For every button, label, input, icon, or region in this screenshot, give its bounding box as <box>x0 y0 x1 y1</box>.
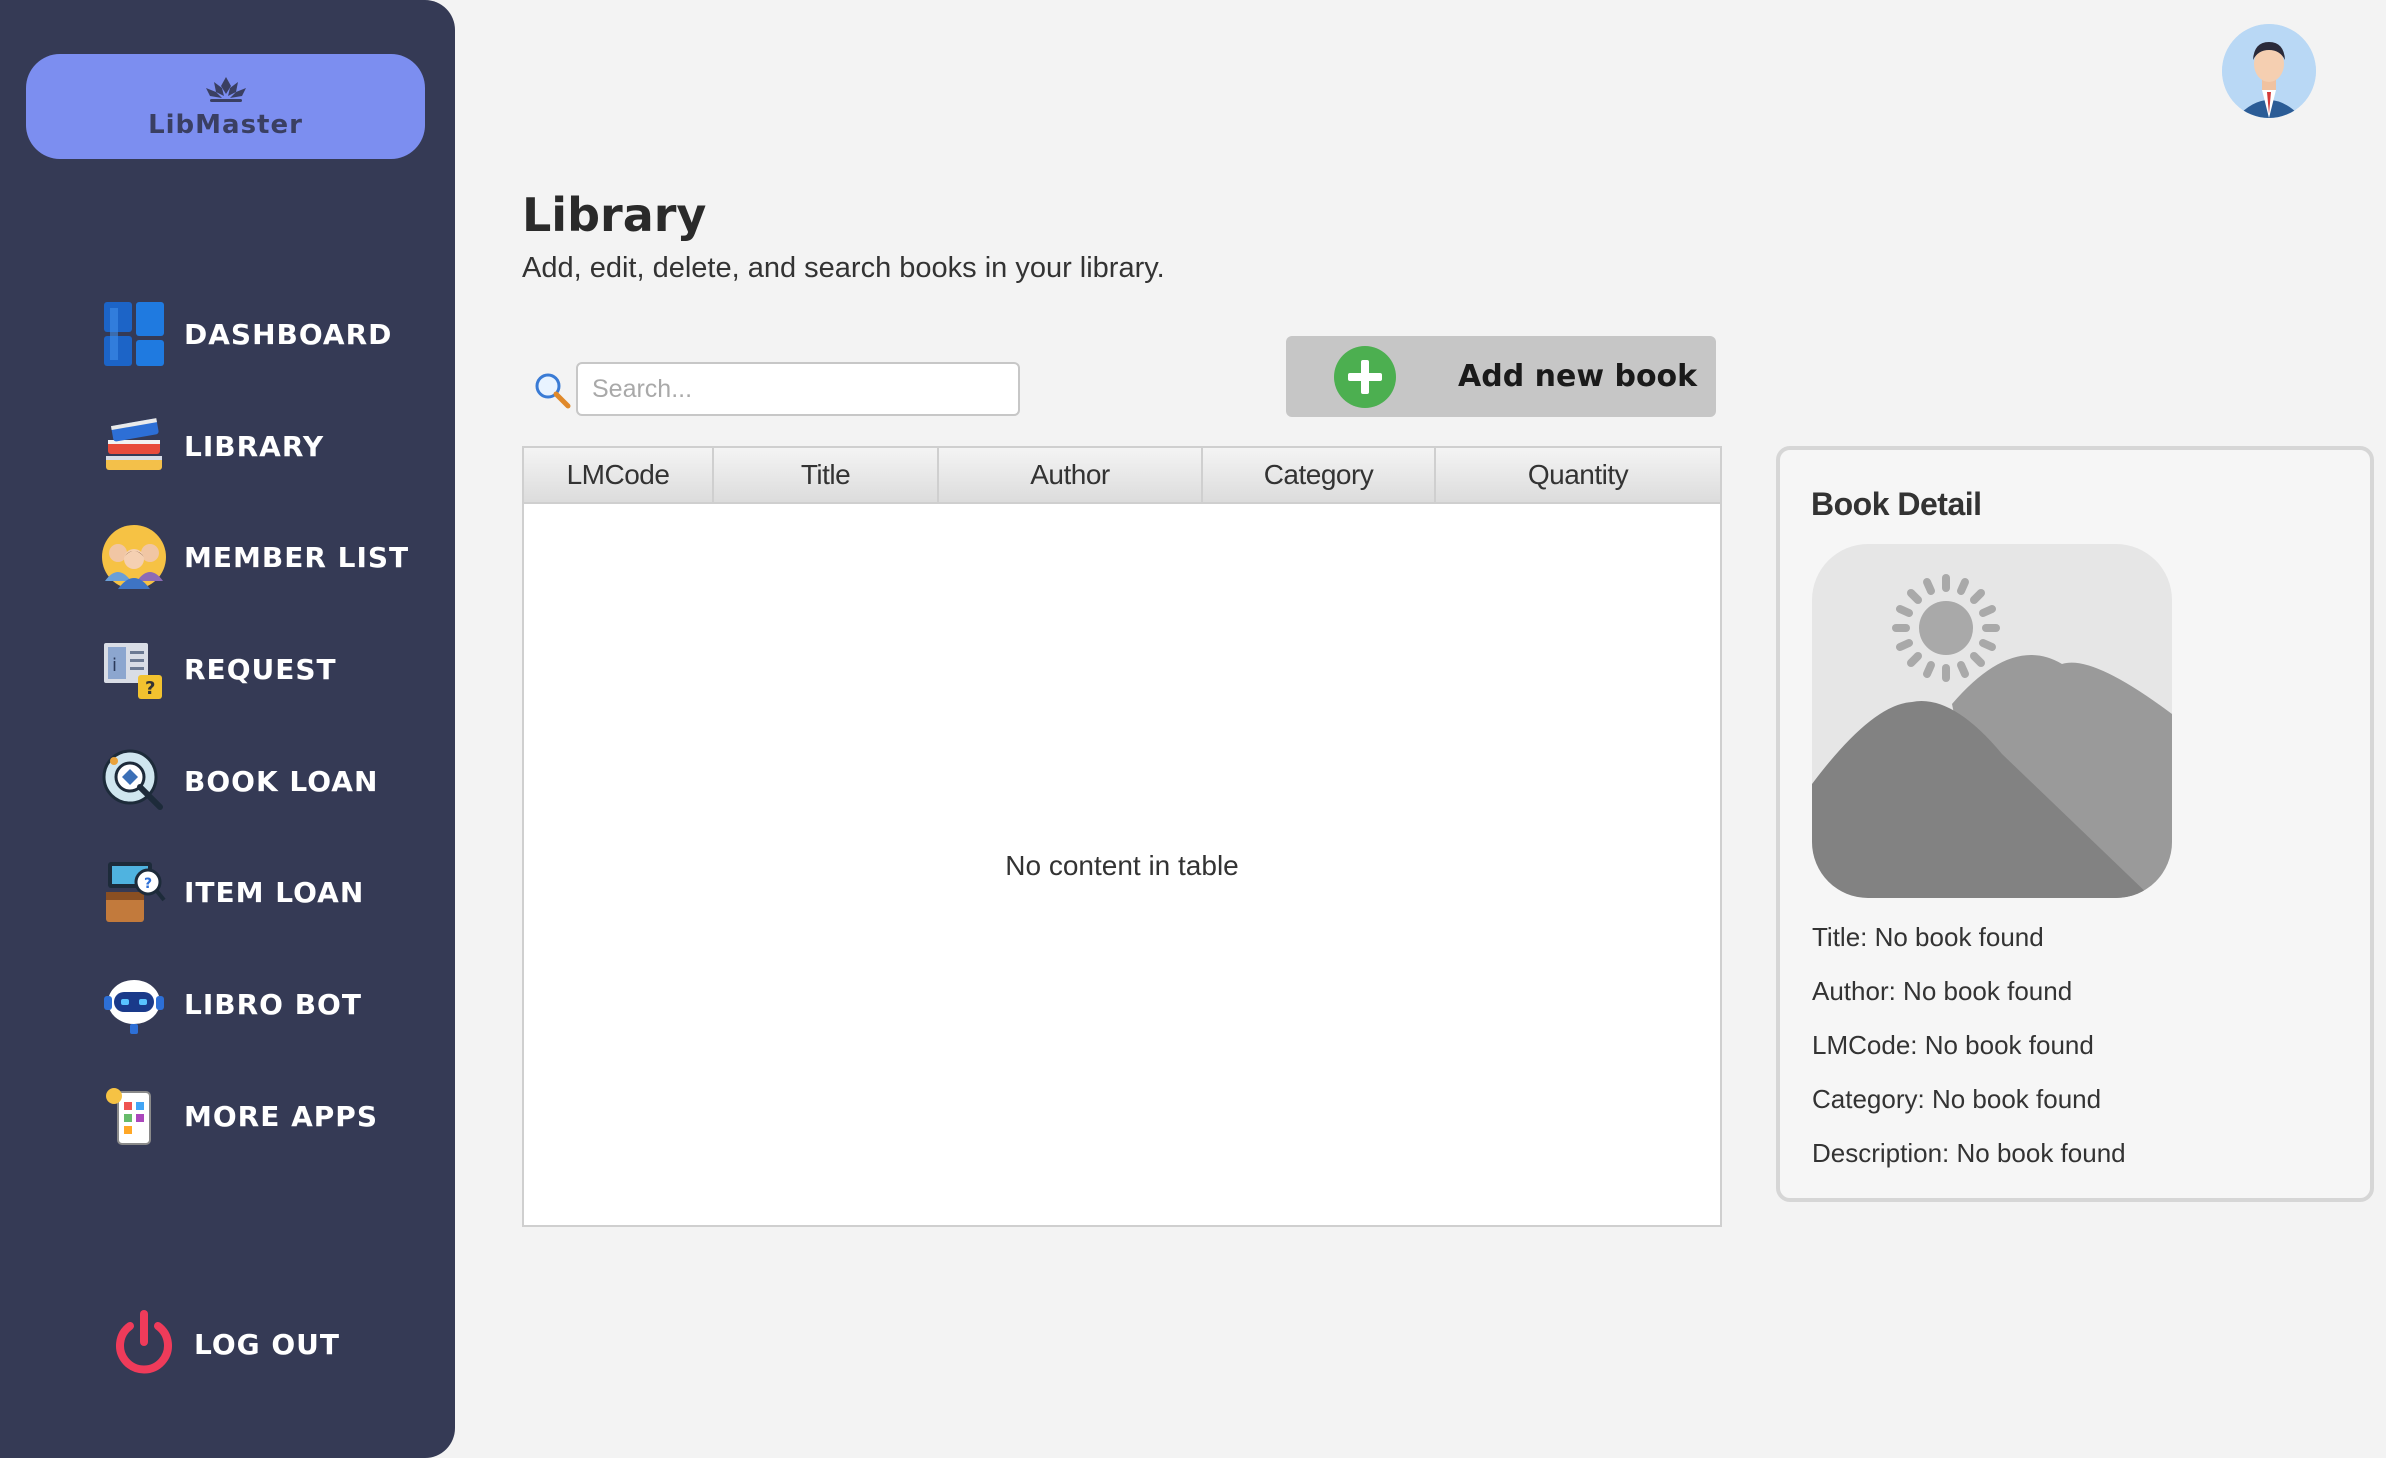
sidebar-item-libro-bot[interactable]: LIBRO BOT <box>100 969 420 1039</box>
sidebar-item-label: DASHBOARD <box>184 317 393 351</box>
logout-label: LOG OUT <box>194 1327 341 1361</box>
search-input[interactable] <box>576 362 1020 416</box>
sidebar-item-more-apps[interactable]: MORE APPS <box>100 1081 420 1151</box>
user-avatar-icon <box>2222 24 2316 118</box>
sidebar-item-dashboard[interactable]: DASHBOARD <box>100 299 420 369</box>
sidebar-item-library[interactable]: LIBRARY <box>100 411 420 481</box>
books-icon <box>106 418 162 470</box>
image-placeholder-icon <box>1812 544 2172 898</box>
table-empty-message: No content in table <box>1005 850 1239 881</box>
user-avatar[interactable] <box>2222 24 2316 118</box>
page-title: Library <box>522 188 707 242</box>
detail-description-line: Description: No book found <box>1812 1138 2126 1168</box>
column-header-author[interactable]: Author <box>939 448 1203 502</box>
item-loan-icon: ? <box>106 862 166 922</box>
sidebar-item-request[interactable]: i ? REQUEST <box>100 634 420 704</box>
robot-icon <box>104 980 164 1034</box>
detail-lmcode-line: LMCode: No book found <box>1812 1030 2094 1060</box>
detail-author-line: Author: No book found <box>1812 976 2073 1006</box>
dashboard-icon <box>104 302 164 366</box>
plus-circle-icon <box>1334 345 1396 408</box>
sidebar-item-label: LIBRARY <box>184 429 325 463</box>
column-header-title[interactable]: Title <box>714 448 939 502</box>
sidebar: LibMaster DASHBOARD LIBRARY MEMBER LIST … <box>0 0 455 1458</box>
book-detail-card: Book Detail Title: No book found Author:… <box>1776 446 2374 1202</box>
add-book-label: Add new book <box>1458 359 1698 394</box>
brand-badge[interactable]: LibMaster <box>26 54 425 159</box>
book-loan-icon <box>102 749 163 810</box>
brand-name: LibMaster <box>148 109 303 140</box>
lotus-logo-icon <box>205 76 246 102</box>
apps-icon <box>106 1088 151 1145</box>
page-subtitle: Add, edit, delete, and search books in y… <box>522 252 1165 284</box>
sidebar-item-item-loan[interactable]: ? ITEM LOAN <box>100 857 420 927</box>
sidebar-item-label: REQUEST <box>184 652 337 686</box>
detail-category-line: Category: No book found <box>1812 1084 2102 1114</box>
detail-title-line: Title: No book found <box>1812 922 2044 952</box>
book-detail-title: Book Detail <box>1811 486 1982 522</box>
sidebar-item-member-list[interactable]: MEMBER LIST <box>100 522 420 592</box>
sidebar-item-label: BOOK LOAN <box>184 764 379 798</box>
sidebar-item-label: MEMBER LIST <box>184 540 410 574</box>
power-icon <box>116 1310 172 1374</box>
column-header-lmcode[interactable]: LMCode <box>524 448 714 502</box>
column-header-quantity[interactable]: Quantity <box>1436 448 1720 502</box>
column-header-category[interactable]: Category <box>1203 448 1436 502</box>
sidebar-item-book-loan[interactable]: BOOK LOAN <box>100 746 420 816</box>
members-icon <box>102 525 166 589</box>
books-table[interactable]: LMCode Title Author Category Quantity No… <box>522 446 1722 1227</box>
request-icon: i ? <box>104 643 162 699</box>
logout-button[interactable]: LOG OUT <box>110 1309 430 1379</box>
svg-text:?: ? <box>145 678 155 699</box>
sidebar-item-label: ITEM LOAN <box>184 875 365 909</box>
table-header: LMCode Title Author Category Quantity <box>524 448 1720 504</box>
sidebar-item-label: MORE APPS <box>184 1099 378 1133</box>
add-book-button[interactable]: Add new book <box>1286 336 1716 417</box>
sidebar-item-label: LIBRO BOT <box>184 987 362 1021</box>
svg-text:?: ? <box>144 876 152 892</box>
search-icon <box>535 373 571 409</box>
svg-text:i: i <box>112 655 117 676</box>
